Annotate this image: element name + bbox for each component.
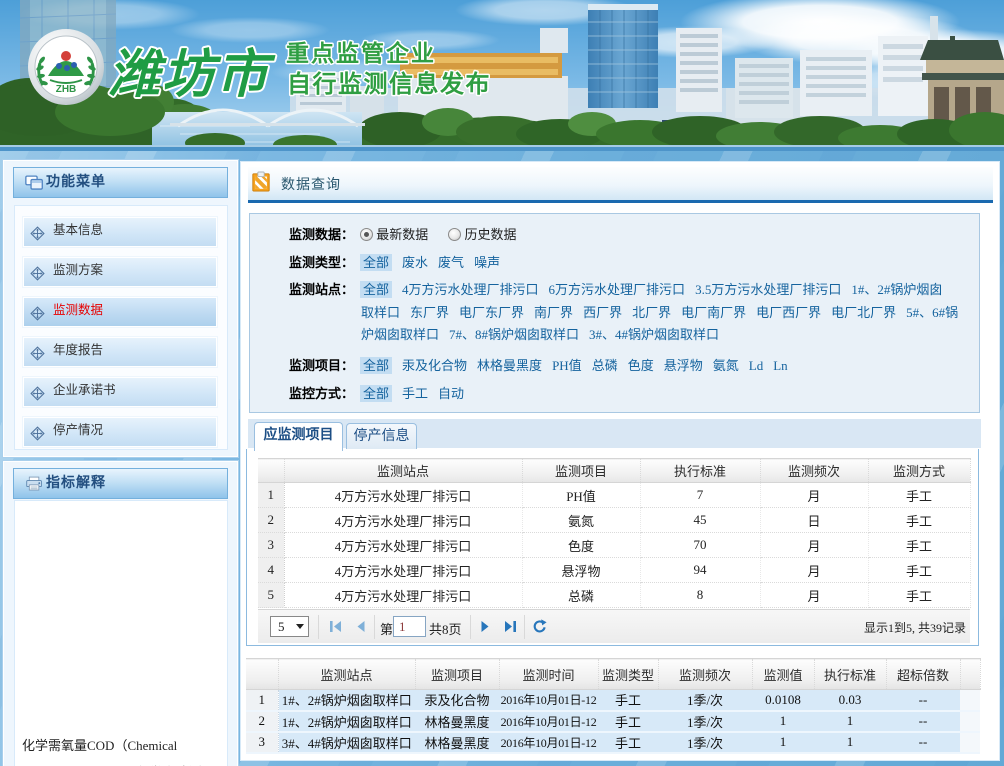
svg-text:重点监管企业: 重点监管企业 (286, 40, 436, 66)
svg-text:自行监测信息发布: 自行监测信息发布 (287, 70, 491, 98)
svg-text:潍坊市: 潍坊市 (108, 46, 276, 104)
svg-text:ZHB: ZHB (56, 84, 77, 95)
